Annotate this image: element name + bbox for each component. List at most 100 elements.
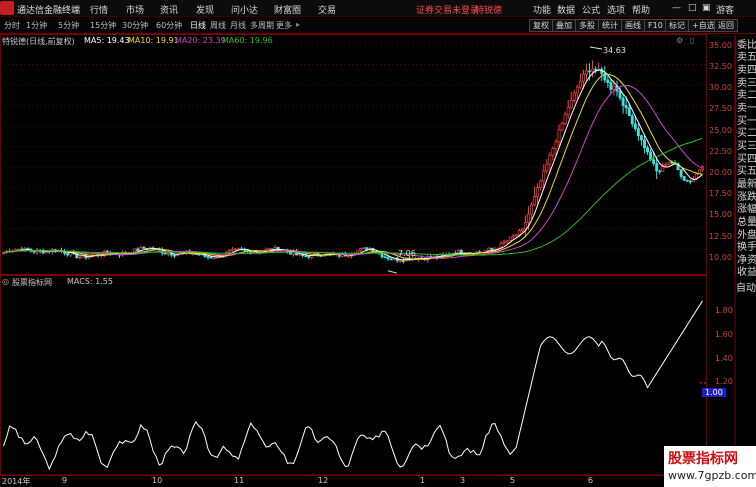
app-title: 通达信金融终端 <box>17 6 81 16</box>
tool-f10-button[interactable]: F10 <box>644 19 667 32</box>
period-toolbar: 分时 1分钟 5分钟 15分钟 30分钟 60分钟 日线 周线 月线 多周期 更… <box>0 17 756 34</box>
candle-body <box>212 257 216 260</box>
period-tab-15min[interactable]: 15分钟 <box>90 20 116 31</box>
candle-body <box>581 73 585 82</box>
candle-body <box>633 123 637 129</box>
period-tab-1min[interactable]: 1分钟 <box>26 20 47 31</box>
tool-back-button[interactable]: 返回 <box>714 19 738 32</box>
price-axis-label: 10.00 <box>709 253 732 262</box>
candle-body <box>307 255 311 258</box>
period-tab-multi[interactable]: 多周期 <box>250 20 274 31</box>
tool-draw-button[interactable]: 画线 <box>621 19 645 32</box>
site-watermark: 股票指标网 www.7gpzb.com <box>664 446 756 487</box>
tool-adjust-button[interactable]: 复权 <box>529 19 553 32</box>
stock-period-label: 特锐德(日线,前复权) <box>2 37 75 46</box>
indicator-plot-frame <box>0 275 707 476</box>
indicator-axis-label: 1.60 <box>715 330 733 339</box>
tool-stats-button[interactable]: 统计 <box>598 19 622 32</box>
candle-body <box>560 123 564 131</box>
menu-right-help[interactable]: 帮助 <box>632 3 650 16</box>
candle-body <box>527 213 530 223</box>
period-tab-5min[interactable]: 5分钟 <box>58 20 79 31</box>
price-axis-label: 30.00 <box>709 83 732 92</box>
candle-body <box>517 230 521 236</box>
period-tab-daily[interactable]: 日线 <box>190 20 206 31</box>
price-axis-label: 17.50 <box>709 189 732 198</box>
period-tab-intraday[interactable]: 分时 <box>4 20 20 31</box>
candle-body <box>606 79 610 83</box>
menu-right-function[interactable]: 功能 <box>533 3 551 16</box>
ma5-line <box>3 69 703 261</box>
menu-right-data[interactable]: 数据 <box>557 3 575 16</box>
watermark-title: 股票指标网 <box>668 451 738 467</box>
candle-body <box>563 114 567 124</box>
chart-lock-icon[interactable]: ▯ <box>690 36 694 45</box>
tool-multistock-button[interactable]: 多股 <box>575 19 599 32</box>
candle-body <box>523 222 527 230</box>
period-tab-weekly[interactable]: 周线 <box>210 20 226 31</box>
menu-right-formula[interactable]: 公式 <box>582 3 600 16</box>
candle-body <box>142 246 146 249</box>
menu-item-discover[interactable]: 发现 <box>196 3 214 16</box>
candle-body <box>578 80 582 88</box>
trade-login-status[interactable]: 证券交易未登录 <box>416 3 479 16</box>
tool-mark-button[interactable]: 标记 <box>665 19 689 32</box>
tool-overlay-button[interactable]: 叠加 <box>552 19 576 32</box>
more-chevron-icon[interactable]: ▸ <box>296 20 300 29</box>
candle-body <box>542 170 546 182</box>
candle-body <box>136 248 140 252</box>
candle-body <box>588 70 591 73</box>
candle-body <box>32 250 36 253</box>
price-axis-label: 20.00 <box>709 168 732 177</box>
x-axis-tick-label: 12 <box>318 476 329 485</box>
period-tab-monthly[interactable]: 月线 <box>230 20 246 31</box>
indicator-axis-label: 1.80 <box>715 306 733 315</box>
macs-indicator-line <box>3 300 703 471</box>
candle-body <box>554 141 558 149</box>
candle-body <box>667 161 671 165</box>
x-axis-tick-label: 1 <box>420 476 426 485</box>
period-tab-60min[interactable]: 60分钟 <box>156 20 182 31</box>
quote-label: 收益 <box>737 267 756 278</box>
candle-body <box>569 100 573 108</box>
candle-body <box>304 255 308 257</box>
candle-body <box>636 128 640 136</box>
indicator-title: 股票指标网 <box>12 278 52 287</box>
ma10-legend: MA10: 19.91 <box>128 36 179 45</box>
menu-item-news[interactable]: 资讯 <box>160 3 178 16</box>
candle-body <box>487 247 491 251</box>
menu-item-market[interactable]: 市场 <box>126 3 144 16</box>
candle-body <box>383 256 387 259</box>
stock-short-name: 特锐德 <box>475 6 503 16</box>
low-marker-line <box>387 270 398 274</box>
indicator-axis-label: 1.20 <box>715 377 733 386</box>
candle-body <box>682 176 686 181</box>
indicator-panel-icon[interactable]: ◎ <box>2 277 9 286</box>
period-tab-more[interactable]: 更多 <box>276 20 292 31</box>
chart-settings-icon[interactable]: ⚙ <box>676 36 683 45</box>
candle-body <box>627 107 631 117</box>
candle-body <box>624 105 628 109</box>
menu-item-wealth[interactable]: 财富圈 <box>274 3 301 16</box>
candle-body <box>612 85 616 90</box>
period-tab-30min[interactable]: 30分钟 <box>122 20 148 31</box>
menu-item-trade[interactable]: 交易 <box>318 3 336 16</box>
ma5-legend: MA5: 19.43 <box>84 36 130 45</box>
guest-label[interactable]: 游客 <box>716 3 734 16</box>
price-axis-label: 35.00 <box>709 41 732 50</box>
macs-legend: MACS: 1.55 <box>67 277 113 286</box>
auto-mode-button[interactable]: 自动 <box>736 279 756 294</box>
candle-body <box>197 253 201 256</box>
candle-body <box>548 154 552 165</box>
menu-right-options[interactable]: 选项 <box>607 3 625 16</box>
high-marker-line <box>589 46 603 50</box>
minimize-icon[interactable]: — <box>672 3 681 13</box>
candle-body <box>679 169 683 177</box>
kline-chart[interactable] <box>0 34 756 487</box>
menu-item-quotes[interactable]: 行情 <box>90 3 108 16</box>
menu-item-ask[interactable]: 问小达 <box>231 3 258 16</box>
candle-body <box>551 148 555 156</box>
maximize-icon[interactable]: □ <box>688 3 697 13</box>
x-axis-tick-label: 6 <box>588 476 594 485</box>
restore-icon[interactable]: ▣ <box>702 3 711 13</box>
